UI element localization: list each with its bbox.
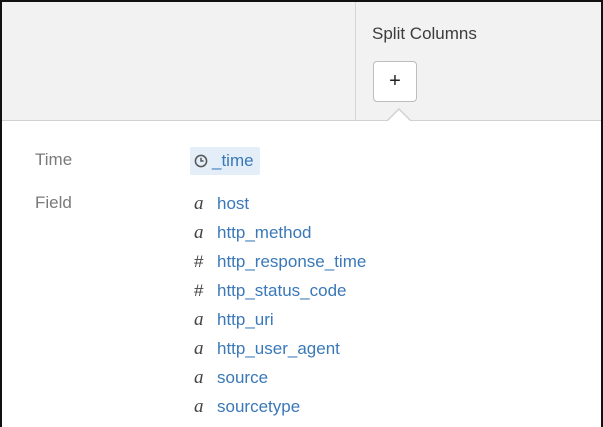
field-option[interactable]: a http_uri bbox=[194, 306, 366, 335]
field-option[interactable]: a sourcetype bbox=[194, 392, 366, 421]
string-type-icon: a bbox=[194, 193, 204, 215]
field-name: http_method bbox=[217, 223, 312, 243]
string-type-icon: a bbox=[194, 366, 204, 388]
string-type-icon: a bbox=[194, 222, 204, 244]
split-columns-panel: Split Columns + Time _time Field a host … bbox=[0, 0, 603, 427]
popover-caret-fill bbox=[388, 110, 410, 121]
field-name: host bbox=[217, 194, 250, 214]
field-option[interactable]: # http_response_time bbox=[194, 248, 366, 277]
time-row-label: Time bbox=[35, 150, 73, 169]
string-type-icon: a bbox=[194, 337, 204, 359]
field-name: source bbox=[217, 367, 269, 387]
number-type-icon: # bbox=[194, 252, 204, 272]
field-name: http_status_code bbox=[217, 281, 347, 301]
field-option[interactable]: a http_user_agent bbox=[194, 334, 366, 363]
string-type-icon: a bbox=[194, 395, 204, 417]
field-option[interactable]: a host bbox=[194, 190, 366, 219]
panel-header: Split Columns + bbox=[2, 2, 601, 121]
time-field-option[interactable]: _time bbox=[190, 147, 260, 175]
split-columns-label: Split Columns bbox=[372, 24, 477, 43]
field-option[interactable]: a http_method bbox=[194, 219, 366, 248]
field-name: http_uri bbox=[217, 310, 274, 329]
field-list: a host a http_method # http_response_tim… bbox=[194, 190, 366, 421]
field-name: sourcetype bbox=[217, 396, 301, 416]
header-divider bbox=[355, 2, 356, 120]
string-type-icon: a bbox=[194, 309, 204, 330]
add-split-column-button[interactable]: + bbox=[373, 61, 417, 102]
number-type-icon: # bbox=[194, 281, 204, 301]
time-field-name: _time bbox=[212, 151, 254, 170]
clock-icon bbox=[194, 154, 208, 168]
field-row-label: Field bbox=[35, 193, 72, 212]
field-name: http_user_agent bbox=[217, 338, 340, 358]
field-option[interactable]: # http_status_code bbox=[194, 277, 366, 306]
field-name: http_response_time bbox=[217, 252, 367, 272]
field-option[interactable]: a source bbox=[194, 363, 366, 392]
